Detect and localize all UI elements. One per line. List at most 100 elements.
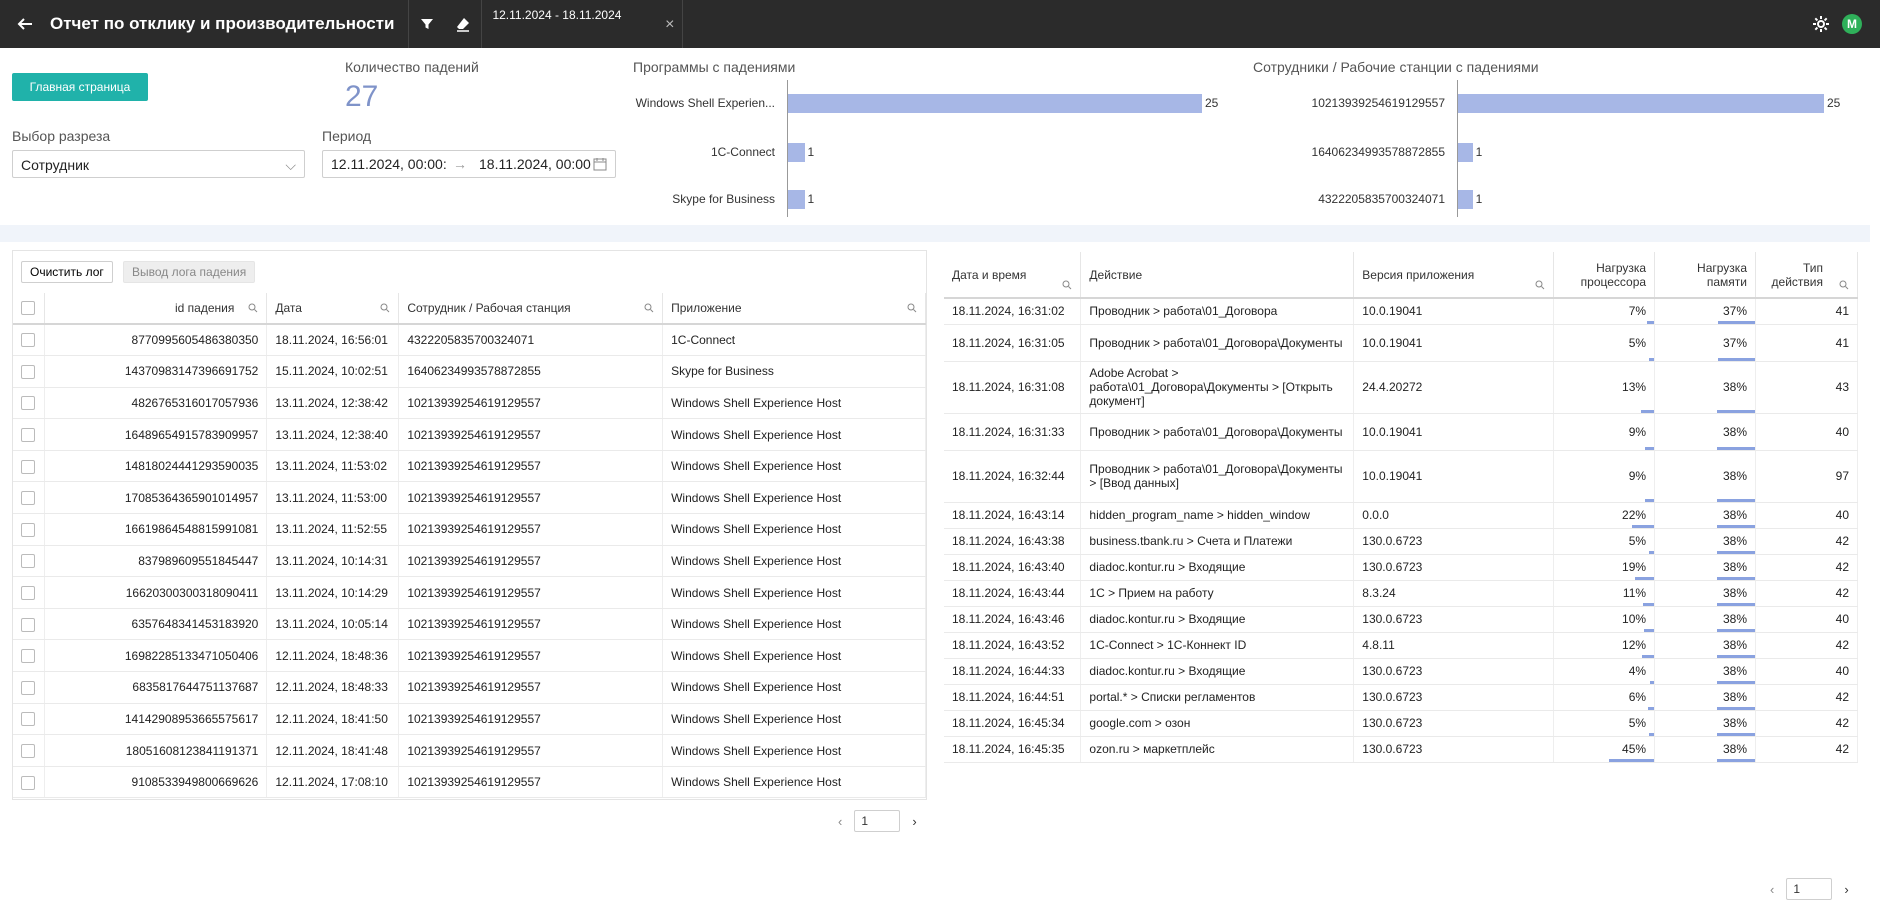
row-checkbox[interactable] <box>21 333 35 348</box>
table-row[interactable]: 18.11.2024, 16:43:38 business.tbank.ru > … <box>944 528 1858 555</box>
row-checkbox[interactable] <box>21 775 35 790</box>
table-row[interactable]: 9108533949800669626 12.11.2024, 17:08:10 1… <box>13 766 926 799</box>
table-row[interactable]: 18.11.2024, 16:31:05 Проводник > работа\0… <box>944 324 1858 362</box>
table-row[interactable]: 18.11.2024, 16:43:46 diadoc.kontur.ru > В… <box>944 606 1858 633</box>
period-to[interactable]: 18.11.2024, 00:00: <box>471 156 591 172</box>
table-row[interactable]: 17085364365901014957 13.11.2024, 11:53:00… <box>13 481 926 515</box>
bar[interactable] <box>1458 190 1473 209</box>
table-row[interactable]: 18.11.2024, 16:32:44 Проводник > работа\0… <box>944 450 1858 503</box>
col-version[interactable]: Версия приложения <box>1353 252 1555 299</box>
table-row[interactable]: 837989609551845447 13.11.2024, 10:14:31 10… <box>13 545 926 578</box>
search-icon[interactable] <box>1535 280 1545 290</box>
crash-application: Windows Shell Experience Host <box>662 450 926 483</box>
table-row[interactable]: 18.11.2024, 16:43:52 1C-Connect > 1С-Конн… <box>944 632 1858 659</box>
table-row[interactable]: 14818024441293590035 13.11.2024, 11:53:02… <box>13 450 926 483</box>
row-checkbox[interactable] <box>21 491 35 506</box>
col-memory[interactable]: Нагрузка памяти <box>1654 252 1756 299</box>
crash-date: 13.11.2024, 11:52:55 <box>266 513 400 546</box>
col-employee[interactable]: Сотрудник / Рабочая станция <box>398 293 664 325</box>
col-crash-id[interactable]: id падения <box>44 293 268 325</box>
cpu-load-cell: 12% <box>1553 632 1656 659</box>
clear-log-button[interactable]: Очистить лог <box>21 261 113 283</box>
period-range-picker[interactable]: 12.11.2024, 00:00: → 18.11.2024, 00:00: <box>322 150 616 178</box>
row-checkbox[interactable] <box>21 364 35 379</box>
table-row[interactable]: 14142908953665575617 12.11.2024, 18:41:50… <box>13 703 926 736</box>
row-checkbox[interactable] <box>21 585 35 600</box>
avatar[interactable]: M <box>1842 14 1862 34</box>
home-button[interactable]: Главная страница <box>12 73 148 101</box>
search-icon[interactable] <box>1062 280 1072 290</box>
table-row[interactable]: 18.11.2024, 16:45:34 google.com > озон 130… <box>944 710 1858 737</box>
page-input[interactable]: 1 <box>854 810 901 832</box>
table-row[interactable]: 6835817644751137687 12.11.2024, 18:48:33 1… <box>13 671 926 704</box>
crash-id: 16982285133471050406 <box>44 639 268 673</box>
prev-page-icon[interactable]: ‹ <box>1770 882 1774 897</box>
col-date[interactable]: Дата <box>266 293 400 325</box>
close-icon[interactable]: × <box>665 16 674 34</box>
row-checkbox[interactable] <box>21 522 35 537</box>
table-row[interactable]: 18.11.2024, 16:43:40 diadoc.kontur.ru > В… <box>944 554 1858 581</box>
table-row[interactable]: 4826765316017057936 13.11.2024, 12:38:42 1… <box>13 387 926 420</box>
bar[interactable] <box>1458 143 1473 162</box>
table-row[interactable]: 18.11.2024, 16:43:14 hidden_program_name … <box>944 502 1858 529</box>
row-checkbox[interactable] <box>21 649 35 664</box>
gear-icon[interactable] <box>1812 15 1830 33</box>
table-row[interactable]: 18.11.2024, 16:31:08 Adobe Acrobat > рабо… <box>944 361 1858 414</box>
bar[interactable] <box>788 143 805 162</box>
bar[interactable] <box>788 190 805 209</box>
table-row[interactable]: 8770995605486380350 18.11.2024, 16:56:01 4… <box>13 324 926 357</box>
table-row[interactable]: 14370983147396691752 15.11.2024, 10:02:51… <box>13 355 926 388</box>
row-checkbox[interactable] <box>21 743 35 758</box>
page-input[interactable]: 1 <box>1786 878 1833 900</box>
bar-category-label: 4322205835700324071 <box>1318 192 1445 206</box>
select-all-checkbox[interactable] <box>21 301 35 316</box>
filter-button[interactable] <box>409 0 445 48</box>
date-range-chip[interactable]: 12.11.2024 - 18.11.2024 × <box>482 0 682 48</box>
table-row[interactable]: 18.11.2024, 16:31:33 Проводник > работа\0… <box>944 413 1858 451</box>
eraser-button[interactable] <box>445 0 481 48</box>
prev-page-icon[interactable]: ‹ <box>838 814 842 829</box>
table-row[interactable]: 18.11.2024, 16:45:35 ozon.ru > маркетплей… <box>944 736 1858 763</box>
row-checkbox[interactable] <box>21 617 35 632</box>
row-checkbox[interactable] <box>21 554 35 569</box>
output-log-button[interactable]: Вывод лога падения <box>123 261 256 283</box>
table-row[interactable]: 18.11.2024, 16:44:51 portal.* > Списки ре… <box>944 684 1858 711</box>
col-action[interactable]: Действие <box>1080 252 1355 299</box>
next-page-icon[interactable]: › <box>1844 882 1848 897</box>
cpu-load-cell: 11% <box>1553 580 1656 607</box>
table-row[interactable]: 6357648341453183920 13.11.2024, 10:05:14 1… <box>13 608 926 641</box>
cpu-load-cell: 4% <box>1553 658 1656 685</box>
bar[interactable] <box>788 94 1202 113</box>
action-type: 40 <box>1755 606 1858 633</box>
search-icon[interactable] <box>380 303 390 313</box>
slice-select[interactable]: Сотрудник ⌵ <box>12 150 305 178</box>
search-icon[interactable] <box>1839 280 1849 290</box>
period-from[interactable]: 12.11.2024, 00:00: <box>323 156 453 172</box>
crash-application: Windows Shell Experience Host <box>662 418 926 451</box>
search-icon[interactable] <box>907 303 917 313</box>
table-row[interactable]: 16489654915783909957 13.11.2024, 12:38:40… <box>13 418 926 451</box>
col-application[interactable]: Приложение <box>662 293 926 325</box>
table-row[interactable]: 16619864548815991081 13.11.2024, 11:52:55… <box>13 513 926 546</box>
row-checkbox[interactable] <box>21 680 35 695</box>
bar[interactable] <box>1458 94 1824 113</box>
table-row[interactable]: 18051608123841191371 12.11.2024, 18:41:48… <box>13 734 926 767</box>
table-row[interactable]: 18.11.2024, 16:44:33 diadoc.kontur.ru > В… <box>944 658 1858 685</box>
col-datetime[interactable]: Дата и время <box>944 252 1082 299</box>
table-row[interactable]: 18.11.2024, 16:43:44 1С > Прием на работу… <box>944 580 1858 607</box>
row-select-cell <box>13 671 46 704</box>
row-checkbox[interactable] <box>21 712 35 727</box>
col-cpu[interactable]: Нагрузка процессора <box>1553 252 1656 299</box>
row-checkbox[interactable] <box>21 396 35 411</box>
table-row[interactable]: 16620300300318090411 13.11.2024, 10:14:29… <box>13 576 926 609</box>
crash-employee: 10213939254619129557 <box>398 576 664 609</box>
back-button[interactable] <box>0 0 50 48</box>
col-action-type[interactable]: Тип действия <box>1755 252 1858 299</box>
next-page-icon[interactable]: › <box>912 814 916 829</box>
row-checkbox[interactable] <box>21 427 35 442</box>
table-row[interactable]: 18.11.2024, 16:31:02 Проводник > работа\0… <box>944 298 1858 325</box>
search-icon[interactable] <box>644 303 654 313</box>
table-row[interactable]: 16982285133471050406 12.11.2024, 18:48:36… <box>13 639 926 673</box>
search-icon[interactable] <box>248 303 258 313</box>
row-checkbox[interactable] <box>21 459 35 474</box>
